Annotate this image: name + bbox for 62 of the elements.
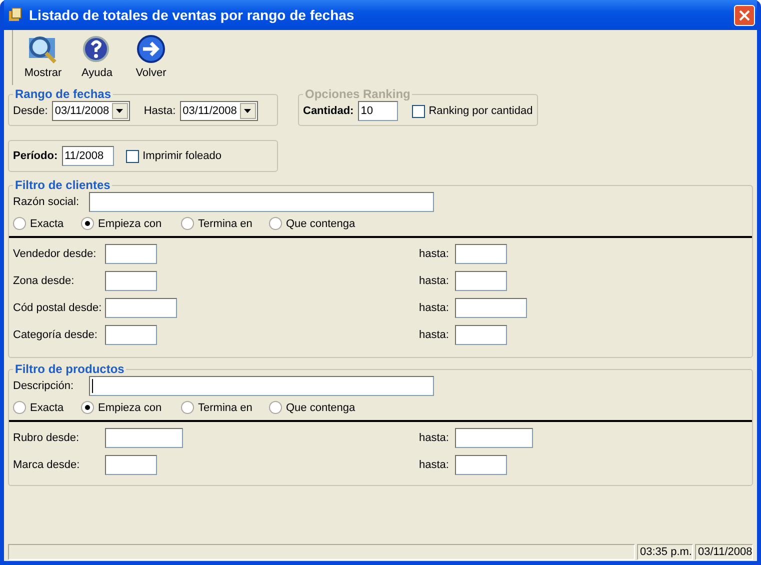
toolbar-button[interactable]: Ayuda [73, 30, 121, 85]
radio-option[interactable]: Empieza con [81, 401, 181, 414]
window-title: Listado de totales de ventas por rango de fechas [29, 7, 356, 23]
radio-option[interactable]: Exacta [13, 401, 81, 414]
text-field[interactable] [455, 428, 533, 448]
text-field[interactable] [105, 325, 157, 345]
radio-option[interactable]: Termina en [181, 401, 269, 414]
text-field[interactable] [89, 192, 434, 212]
field-label: Marca desde: [13, 459, 81, 471]
group-title: Opciones Ranking [304, 87, 412, 101]
field-label: hasta: [419, 275, 450, 287]
radio-option[interactable]: Exacta [13, 217, 81, 230]
radio-option[interactable]: Que contenga [269, 217, 369, 230]
field-label: Cantidad: [303, 105, 354, 117]
text-field[interactable] [455, 298, 527, 318]
group-title: Filtro de clientes [14, 178, 112, 192]
text-field[interactable] [105, 298, 177, 318]
checkbox[interactable]: Imprimir foleado [126, 150, 222, 162]
dropdown-arrow-icon [244, 109, 252, 113]
text-field[interactable] [455, 244, 507, 264]
text-field[interactable] [455, 455, 507, 475]
date-dropdown[interactable]: 03/11/2008 [180, 101, 258, 121]
text-field[interactable] [105, 244, 157, 264]
field-label: Zona desde: [13, 275, 76, 287]
field-label: Descripción: [13, 380, 75, 392]
field-label: Hasta: [144, 105, 176, 117]
text-field[interactable] [455, 271, 507, 291]
close-icon [739, 10, 750, 20]
window-icon [7, 7, 23, 23]
field-label: Razón social: [13, 196, 80, 208]
text-field[interactable] [455, 325, 507, 345]
field-label: hasta: [419, 432, 450, 444]
toolbar-button[interactable]: Volver [127, 30, 175, 85]
field-label: hasta: [419, 329, 450, 341]
group-title: Filtro de productos [14, 362, 126, 376]
dropdown-arrow-icon [116, 109, 124, 113]
magnifier-icon [27, 34, 59, 64]
field-label: Rubro desde: [13, 432, 80, 444]
field-label: hasta: [419, 302, 450, 314]
close-button[interactable] [734, 4, 755, 26]
radio-option[interactable]: Que contenga [269, 401, 369, 414]
text-field[interactable] [105, 455, 157, 475]
period-field[interactable]: 11/2008 [62, 146, 114, 166]
text-field[interactable] [89, 376, 434, 396]
field-label: Vendedor desde: [13, 248, 98, 260]
field-label: Desde: [13, 105, 48, 117]
field-label: Categoría desde: [13, 329, 98, 341]
help-icon [82, 34, 112, 64]
field-label: hasta: [419, 459, 450, 471]
field-label: Cód postal desde: [13, 302, 103, 314]
text-field[interactable] [105, 428, 183, 448]
arrow-right-icon [136, 34, 166, 64]
toolbar-button[interactable]: Mostrar [19, 30, 67, 85]
radio-option[interactable]: Termina en [181, 217, 269, 230]
text-field[interactable] [105, 271, 157, 291]
radio-option[interactable]: Empieza con [81, 217, 181, 230]
status-text: 03/11/2008 [695, 544, 753, 560]
status-text: 03:35 p.m. [637, 544, 693, 560]
field-label: hasta: [419, 248, 450, 260]
date-dropdown[interactable]: 03/11/2008 [52, 101, 130, 121]
field-label: Período: [13, 150, 58, 162]
group-title: Rango de fechas [14, 87, 112, 101]
